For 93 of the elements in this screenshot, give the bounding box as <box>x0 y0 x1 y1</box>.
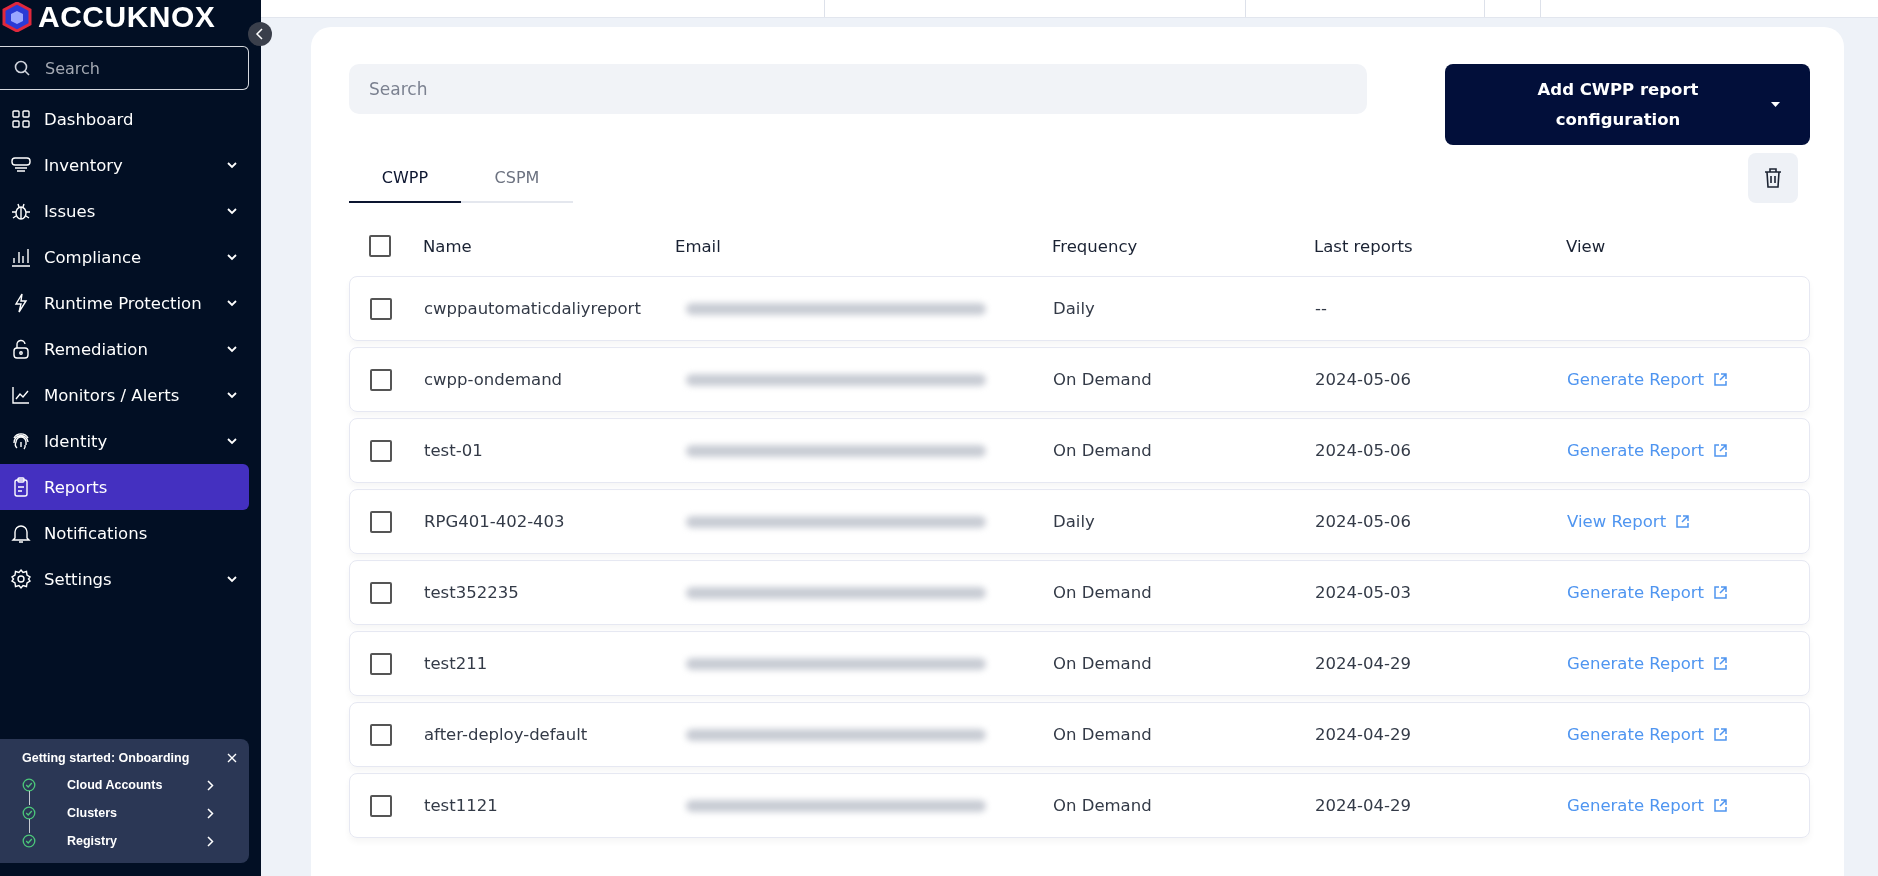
tab[interactable]: CSPM <box>461 153 573 203</box>
sidebar-item[interactable]: Monitors / Alerts <box>0 372 249 418</box>
chevron-right-icon <box>207 807 214 819</box>
row-checkbox[interactable] <box>370 439 392 462</box>
caret-down-icon <box>1771 102 1780 107</box>
column-header: View <box>1566 236 1607 256</box>
table-cell-text: 2024-04-29 <box>1315 654 1412 673</box>
bell-icon <box>10 522 32 544</box>
table-cell-text: cwppautomaticdaliyreport <box>424 299 642 318</box>
sidebar-item[interactable]: Inventory <box>0 142 249 188</box>
settings-icon <box>10 568 32 590</box>
lock-icon <box>10 338 32 360</box>
row-checkbox[interactable] <box>370 297 392 320</box>
collapse-button[interactable] <box>248 22 272 46</box>
select-all-checkbox[interactable] <box>369 235 391 257</box>
logo-icon <box>2 2 32 32</box>
close-icon <box>227 753 237 763</box>
table-cell-text: On Demand <box>1053 654 1153 673</box>
table-cell-text: On Demand <box>1053 370 1153 389</box>
table-cell-text: test-01 <box>424 441 484 460</box>
external-link-icon <box>1713 443 1728 458</box>
onboarding-step-link[interactable]: Registry <box>67 834 207 848</box>
grid-icon <box>10 108 32 130</box>
sidebar-item[interactable]: Reports <box>0 464 249 510</box>
table-cell-text: after-deploy-default <box>424 725 589 744</box>
chevron-left-icon <box>255 28 265 40</box>
add-report-configuration-button[interactable]: Add CWPP report configuration <box>1445 64 1810 145</box>
chevron-down-icon <box>227 161 237 169</box>
row-checkbox[interactable] <box>370 581 392 604</box>
chevron-down-icon <box>227 575 237 583</box>
fingerprint-icon <box>10 430 32 452</box>
row-checkbox[interactable] <box>370 510 392 533</box>
table-cell-text: Daily <box>1053 512 1096 531</box>
row-checkbox[interactable] <box>370 368 392 391</box>
column-header: Email <box>675 236 722 256</box>
onboarding-step-link[interactable]: Cloud Accounts <box>67 778 207 792</box>
table-cell-text: 2024-05-06 <box>1315 512 1412 531</box>
logo-text: ACCUKNOX <box>38 0 216 34</box>
chevron-down-icon <box>227 391 237 399</box>
onboarding-title: Getting started: Onboarding <box>22 751 190 765</box>
table-cell-text: 2024-05-06 <box>1315 441 1412 460</box>
table-cell-text: -- <box>1315 299 1328 318</box>
line-chart-icon <box>10 384 32 406</box>
row-checkbox[interactable] <box>370 794 392 817</box>
table-cell-text: 2024-04-29 <box>1315 796 1412 815</box>
external-link-icon <box>1713 798 1728 813</box>
sidebar-item[interactable]: Issues <box>0 188 249 234</box>
table-cell-text: 2024-05-03 <box>1315 583 1412 602</box>
external-link-icon <box>1713 656 1728 671</box>
search-field[interactable]: Search <box>349 64 1367 114</box>
close-button[interactable] <box>225 751 239 765</box>
row-checkbox[interactable] <box>370 652 392 675</box>
external-link-icon <box>1675 514 1691 529</box>
chevron-right-icon <box>207 835 214 847</box>
sidebar-item[interactable]: Compliance <box>0 234 249 280</box>
table-cell-text: Daily <box>1053 299 1096 318</box>
external-link-icon <box>1713 585 1728 600</box>
bar-chart-icon <box>10 246 32 268</box>
sidebar-item[interactable]: Settings <box>0 556 249 602</box>
table-cell-text: On Demand <box>1053 583 1153 602</box>
column-header: Last reports <box>1314 236 1414 256</box>
sidebar-item[interactable]: Notifications <box>0 510 249 556</box>
sidebar-item[interactable]: Remediation <box>0 326 249 372</box>
chevron-down-icon <box>227 253 237 261</box>
chevron-right-icon <box>207 779 214 791</box>
table-cell-text: 2024-04-29 <box>1315 725 1412 744</box>
onboarding-step-link[interactable]: Clusters <box>67 806 207 820</box>
sidebar-item[interactable]: Dashboard <box>0 96 249 142</box>
table-cell-text: On Demand <box>1053 796 1153 815</box>
sidebar-item[interactable]: Runtime Protection <box>0 280 249 326</box>
column-header: Frequency <box>1052 236 1139 256</box>
table-cell-text: test352235 <box>424 583 520 602</box>
delete-button[interactable] <box>1748 153 1798 203</box>
table-cell-text: On Demand <box>1053 725 1153 744</box>
table-cell-text: 2024-05-06 <box>1315 370 1412 389</box>
column-header: Name <box>423 236 473 256</box>
row-checkbox[interactable] <box>370 723 392 746</box>
external-link-icon <box>1713 372 1728 387</box>
table-cell-text: RPG401-402-403 <box>424 512 566 531</box>
external-link-icon <box>1713 727 1728 742</box>
sidebar-item[interactable]: Identity <box>0 418 249 464</box>
table-cell-text: test1121 <box>424 796 499 815</box>
tab[interactable]: CWPP <box>349 153 461 203</box>
chevron-down-icon <box>227 207 237 215</box>
table-cell-text: On Demand <box>1053 441 1153 460</box>
trash-icon <box>1762 166 1784 190</box>
table-cell-text: test211 <box>424 654 489 673</box>
search-field[interactable]: Search <box>0 46 249 90</box>
chevron-down-icon <box>227 299 237 307</box>
search-icon <box>13 59 31 77</box>
chevron-down-icon <box>227 437 237 445</box>
table-cell-text: cwpp-ondemand <box>424 370 564 389</box>
chevron-down-icon <box>227 345 237 353</box>
